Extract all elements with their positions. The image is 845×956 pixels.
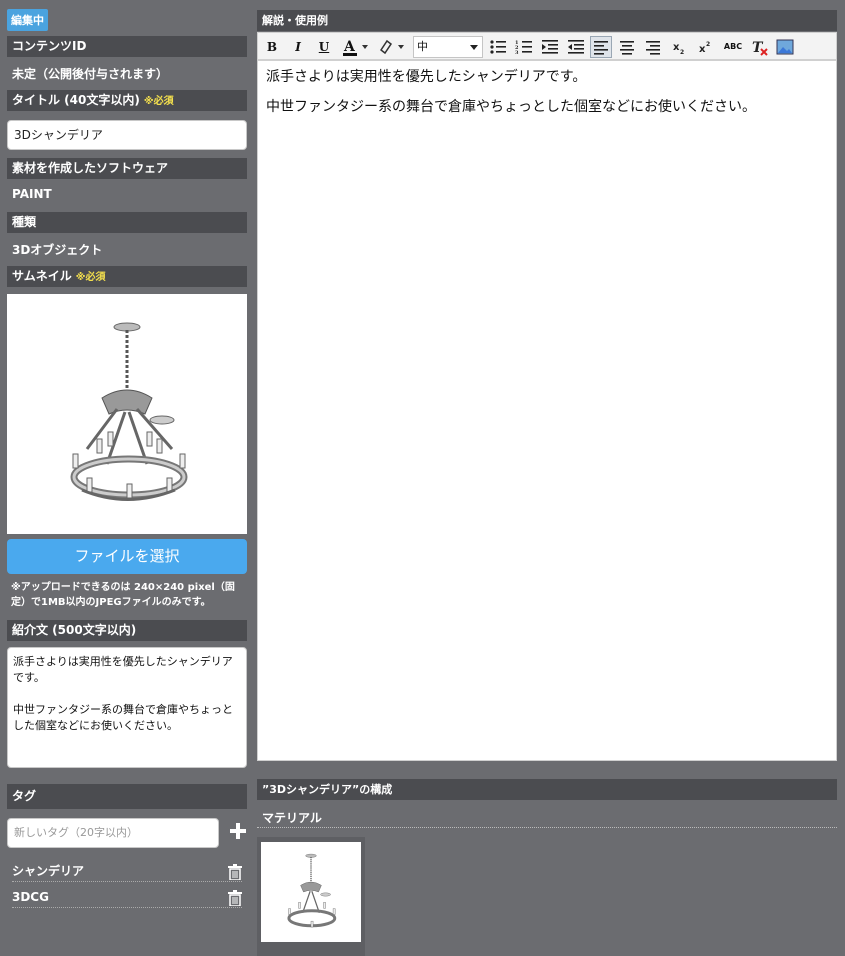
svg-text:x: x bbox=[673, 42, 680, 53]
intro-textarea[interactable]: 派手さよりは実用性を優先したシャンデリアです。 中世ファンタジー系の舞台で倉庫や… bbox=[7, 647, 247, 768]
intro-header: 紹介文 (500文字以内) bbox=[7, 620, 247, 641]
outdent-icon[interactable] bbox=[565, 36, 587, 58]
chandelier-image bbox=[287, 853, 337, 928]
font-color-icon[interactable]: A bbox=[340, 36, 372, 58]
tag-item: シャンデリア bbox=[12, 862, 242, 882]
bullet-list-icon[interactable] bbox=[487, 36, 509, 58]
choose-file-button[interactable]: ファイルを選択 bbox=[7, 539, 247, 574]
add-tag-icon[interactable] bbox=[229, 822, 247, 840]
clear-format-icon[interactable]: T bbox=[748, 36, 770, 58]
trash-icon[interactable] bbox=[228, 864, 242, 881]
chandelier-image bbox=[70, 322, 188, 501]
editor-toolbar: B I U A 中 123 x2 x 2 ABC T bbox=[257, 32, 837, 60]
editor-paragraph: 派手さよりは実用性を優先したシャンデリアです。 bbox=[266, 69, 587, 85]
description-editor[interactable]: 派手さよりは実用性を優先したシャンデリアです。 中世ファンタジー系の舞台で倉庫や… bbox=[257, 60, 837, 761]
tag-label: シャンデリア bbox=[12, 864, 85, 878]
trash-icon[interactable] bbox=[228, 890, 242, 907]
new-tag-input[interactable]: 新しいタグ（20字以内） bbox=[7, 818, 219, 848]
material-label: マテリアル bbox=[262, 811, 322, 825]
software-header: 素材を作成したソフトウェア bbox=[7, 158, 247, 179]
svg-text:A: A bbox=[343, 39, 356, 55]
material-thumbnail bbox=[261, 842, 361, 942]
insert-image-icon[interactable] bbox=[774, 36, 796, 58]
description-header: 解説・使用例 bbox=[257, 10, 837, 31]
svg-text:3: 3 bbox=[515, 50, 519, 56]
underline-button[interactable]: U bbox=[313, 36, 335, 58]
title-input[interactable]: 3Dシャンデリア bbox=[7, 120, 247, 150]
spellcheck-button[interactable]: ABC bbox=[720, 36, 746, 58]
italic-button[interactable]: I bbox=[287, 36, 309, 58]
chevron-down-icon bbox=[470, 45, 478, 50]
software-value: PAINT bbox=[12, 187, 52, 201]
highlight-color-icon[interactable] bbox=[376, 36, 408, 58]
editor-paragraph: 中世ファンタジー系の舞台で倉庫やちょっとした個室などにお使いください。 bbox=[266, 99, 756, 115]
font-size-select[interactable]: 中 bbox=[413, 36, 483, 58]
composition-header: ”3Dシャンデリア”の構成 bbox=[257, 779, 837, 800]
tag-label: 3DCG bbox=[12, 890, 49, 904]
divider bbox=[257, 827, 837, 828]
material-card[interactable] bbox=[257, 837, 365, 956]
required-mark: ※必須 bbox=[75, 272, 106, 283]
svg-text:2: 2 bbox=[706, 41, 710, 48]
bold-button[interactable]: B bbox=[261, 36, 283, 58]
title-header: タイトル (40文字以内) ※必須 bbox=[7, 90, 247, 111]
upload-note: ※アップロードできるのは 240×240 pixel（固定）で1MB以内のJPE… bbox=[11, 582, 235, 608]
content-id-header: コンテンツID bbox=[7, 36, 247, 57]
numbered-list-icon[interactable]: 123 bbox=[513, 36, 535, 58]
thumbnail-preview bbox=[7, 294, 247, 534]
superscript-icon[interactable]: x2 bbox=[694, 36, 716, 58]
content-id-value: 未定（公開後付与されます） bbox=[12, 67, 169, 81]
tags-header: タグ bbox=[7, 784, 247, 809]
thumbnail-header: サムネイル ※必須 bbox=[7, 266, 247, 287]
svg-text:2: 2 bbox=[680, 49, 684, 56]
type-header: 種類 bbox=[7, 212, 247, 233]
align-left-icon[interactable] bbox=[590, 36, 612, 58]
align-center-icon[interactable] bbox=[616, 36, 638, 58]
required-mark: ※必須 bbox=[143, 96, 174, 107]
type-value: 3Dオブジェクト bbox=[12, 243, 103, 257]
indent-icon[interactable] bbox=[539, 36, 561, 58]
tag-item: 3DCG bbox=[12, 888, 242, 908]
subscript-icon[interactable]: x2 bbox=[668, 36, 690, 58]
align-right-icon[interactable] bbox=[642, 36, 664, 58]
svg-text:x: x bbox=[699, 44, 706, 55]
status-badge: 編集中 bbox=[7, 9, 48, 31]
